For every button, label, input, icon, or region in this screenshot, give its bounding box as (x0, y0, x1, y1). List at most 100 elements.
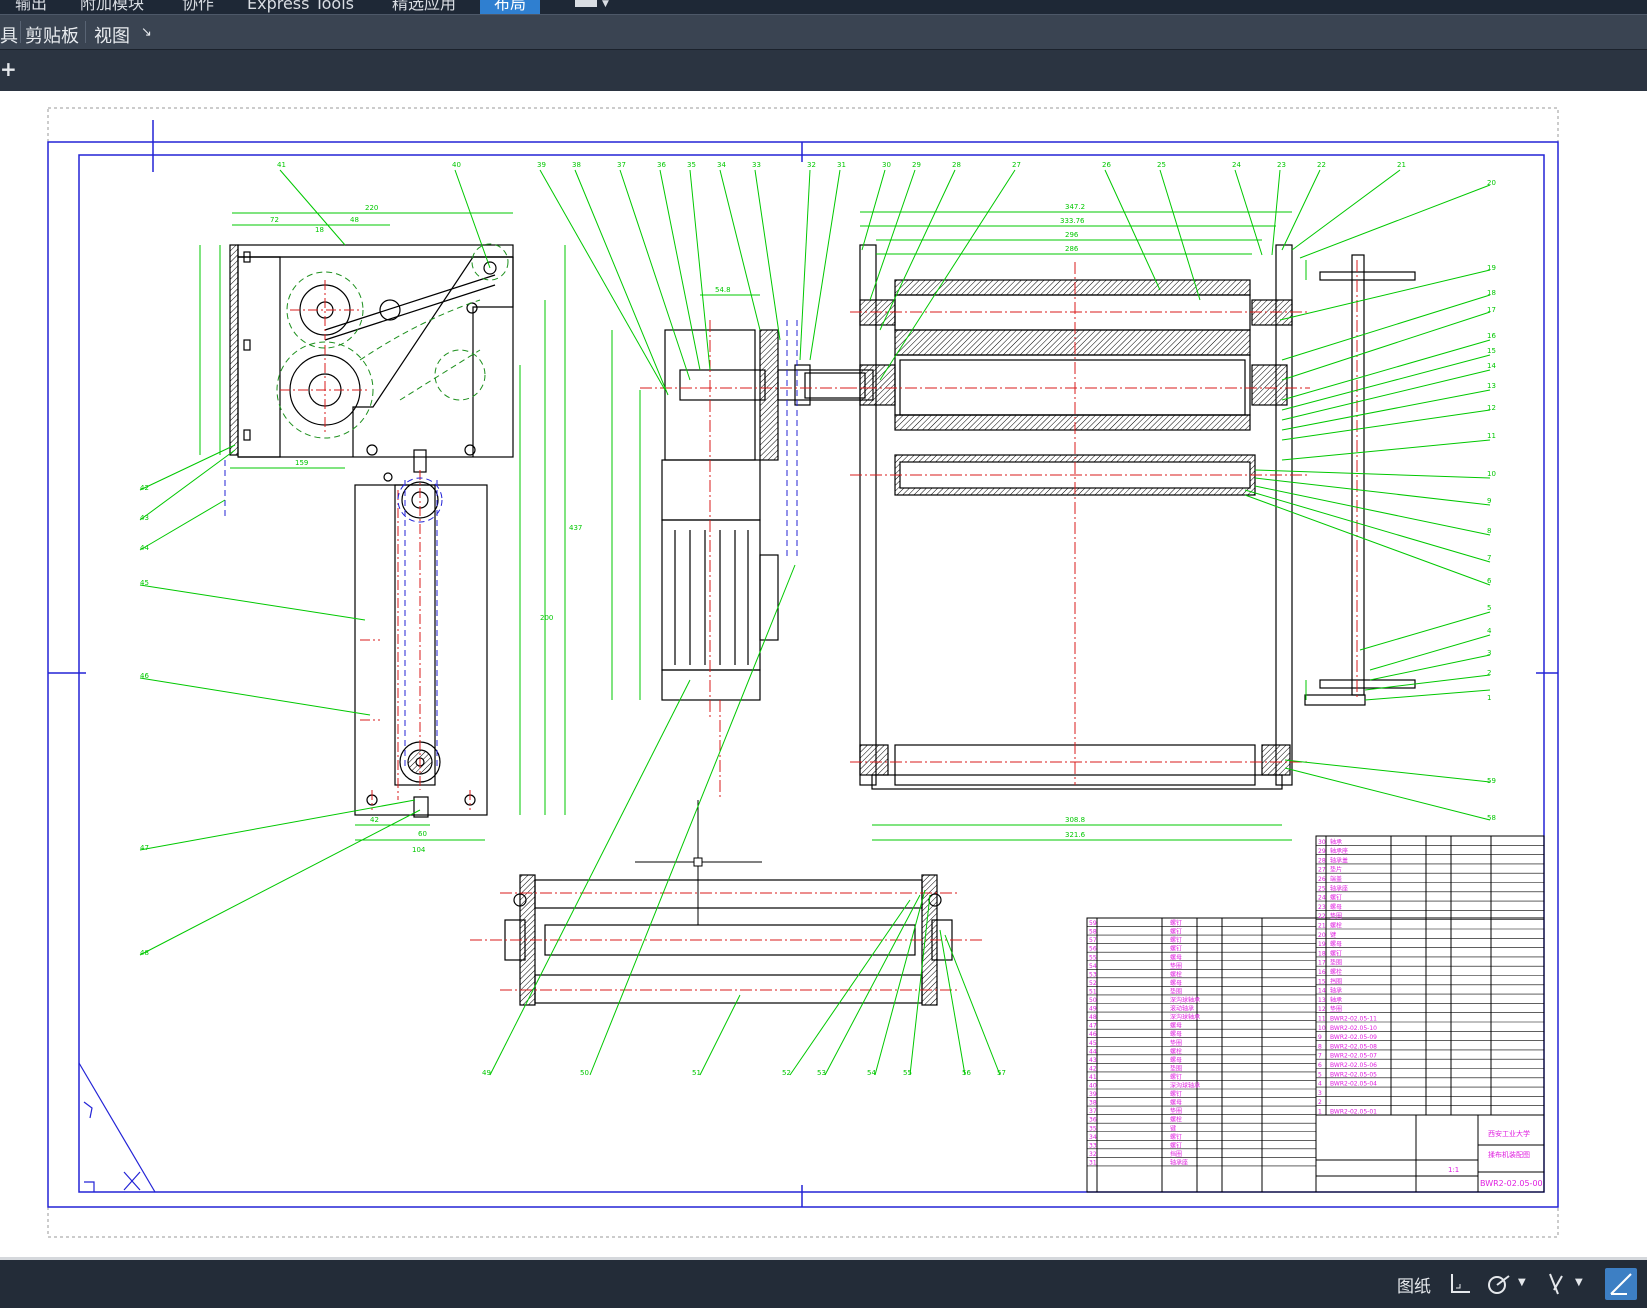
frame-view (859, 244, 1416, 790)
part-name: 螺钉 (1170, 1133, 1182, 1141)
part-number: 33 (1089, 1142, 1097, 1149)
chevron-down-icon[interactable]: ▼ (1518, 1277, 1526, 1288)
svg-text:8: 8 (1487, 527, 1491, 535)
part-number: 18 (1318, 950, 1326, 957)
svg-text:42: 42 (140, 484, 149, 492)
tab-express-tools[interactable]: Express Tools (247, 0, 354, 14)
part-name: 螺母 (1170, 953, 1182, 961)
svg-text:2: 2 (1487, 669, 1491, 677)
part-number: 5 (1318, 1071, 1322, 1078)
tab-addins[interactable]: 附加模块 (80, 0, 144, 14)
svg-text:286: 286 (1065, 245, 1079, 253)
svg-text:18: 18 (315, 226, 324, 234)
part-name: 螺钉 (1170, 928, 1182, 936)
part-name: BWR2-02.05-07 (1330, 1053, 1377, 1060)
svg-text:43: 43 (140, 514, 149, 522)
tab-collaborate[interactable]: 协作 (182, 0, 214, 14)
ribbon-panel-titles: 具 剪贴板 视图 ↘ (0, 14, 1647, 49)
part-name: 螺栓 (1330, 922, 1342, 930)
part-number: 4 (1318, 1081, 1322, 1088)
part-number: 19 (1318, 941, 1326, 948)
part-name: BWR2-02.05-05 (1330, 1071, 1377, 1078)
part-name: 螺钉 (1170, 1141, 1182, 1149)
svg-text:44: 44 (140, 544, 149, 552)
part-number: 52 (1089, 980, 1097, 987)
svg-text:15: 15 (1487, 347, 1496, 355)
part-number: 2 (1318, 1099, 1322, 1106)
ribbon-minimize-icon[interactable] (575, 0, 597, 7)
tab-featured-apps[interactable]: 精选应用 (392, 0, 456, 14)
svg-text:50: 50 (580, 1069, 589, 1077)
part-number: 57 (1089, 937, 1097, 944)
parts-list (1086, 835, 1545, 1193)
object-snap-tracking-icon[interactable] (1605, 1268, 1637, 1300)
part-number: 32 (1089, 1151, 1097, 1158)
svg-text:12: 12 (1487, 404, 1496, 412)
svg-text:52: 52 (782, 1069, 791, 1077)
corner-triangle (78, 1062, 156, 1193)
part-number: 51 (1089, 988, 1097, 995)
part-name: 螺母 (1170, 1099, 1182, 1107)
grid-snap-icon[interactable] (1447, 1270, 1475, 1298)
isodraft-icon[interactable] (1542, 1270, 1570, 1298)
part-number: 34 (1089, 1134, 1097, 1141)
svg-text:54: 54 (867, 1069, 876, 1077)
part-name: 螺钉 (1330, 949, 1342, 957)
panel-expand-icon[interactable]: ↘ (141, 25, 152, 40)
svg-text:13: 13 (1487, 382, 1496, 390)
part-number: 48 (1089, 1014, 1097, 1021)
layout-canvas[interactable]: 220 72 48 18 159 42 104 60 437 200 54.8 … (0, 91, 1647, 1257)
paper-space-button[interactable]: 图纸 (1397, 1272, 1431, 1297)
svg-text:18: 18 (1487, 289, 1496, 297)
svg-text:159: 159 (295, 459, 308, 467)
part-name: 螺栓 (1170, 1116, 1182, 1124)
svg-text:35: 35 (687, 161, 696, 169)
part-number: 54 (1089, 963, 1097, 970)
panel-label-view[interactable]: 视图 (94, 22, 130, 48)
part-name: 挡圈 (1330, 977, 1342, 985)
svg-text:33: 33 (752, 161, 761, 169)
part-name: 轴承座 (1330, 884, 1348, 892)
svg-text:30: 30 (882, 161, 891, 169)
polar-tracking-icon[interactable] (1485, 1270, 1513, 1298)
part-name: 螺母 (1170, 1056, 1182, 1064)
svg-text:4: 4 (1487, 627, 1492, 635)
status-bar: 图纸 ▼ ▼ (0, 1260, 1647, 1308)
part-number: 46 (1089, 1031, 1097, 1038)
panel-label-clipboard[interactable]: 剪贴板 (25, 22, 79, 48)
svg-text:347.2: 347.2 (1065, 203, 1085, 211)
part-name: 键 (1170, 1124, 1176, 1132)
inner-border (78, 154, 1545, 1193)
svg-text:24: 24 (1232, 161, 1241, 169)
part-number: 56 (1089, 946, 1097, 953)
part-number: 25 (1318, 885, 1326, 892)
part-name: 深沟球轴承 (1170, 996, 1200, 1004)
part-number: 28 (1318, 857, 1326, 864)
svg-text:23: 23 (1277, 161, 1286, 169)
part-number: 13 (1318, 997, 1326, 1004)
svg-text:48: 48 (350, 216, 359, 224)
part-number: 42 (1089, 1065, 1097, 1072)
tab-output[interactable]: 输出 (15, 0, 47, 14)
part-number: 47 (1089, 1023, 1097, 1030)
part-name: 轴承盖 (1330, 856, 1348, 864)
svg-text:9: 9 (1487, 497, 1491, 505)
part-number: 31 (1089, 1159, 1097, 1166)
new-tab-button[interactable]: + (0, 57, 17, 81)
part-name: 螺母 (1170, 1030, 1182, 1038)
part-name: 螺钉 (1170, 945, 1182, 953)
part-name: BWR2-02.05-11 (1330, 1016, 1377, 1023)
chevron-down-icon[interactable]: ▼ (602, 0, 609, 9)
chevron-down-icon[interactable]: ▼ (1575, 1277, 1583, 1288)
part-name: 轴承 (1330, 987, 1342, 995)
svg-text:10: 10 (1487, 470, 1496, 478)
ribbon-tab-bar: 输出 附加模块 协作 Express Tools 精选应用 布局 ▼ (0, 0, 1647, 14)
svg-text:17: 17 (1487, 306, 1496, 314)
drawing-name: 揉布机装配图 (1488, 1150, 1530, 1159)
part-number: 35 (1089, 1125, 1097, 1132)
tab-layout[interactable]: 布局 (480, 0, 541, 14)
svg-text:59: 59 (1487, 777, 1496, 785)
part-number: 15 (1318, 978, 1326, 985)
part-number: 7 (1318, 1053, 1322, 1060)
part-name: 轴承座 (1330, 847, 1348, 855)
